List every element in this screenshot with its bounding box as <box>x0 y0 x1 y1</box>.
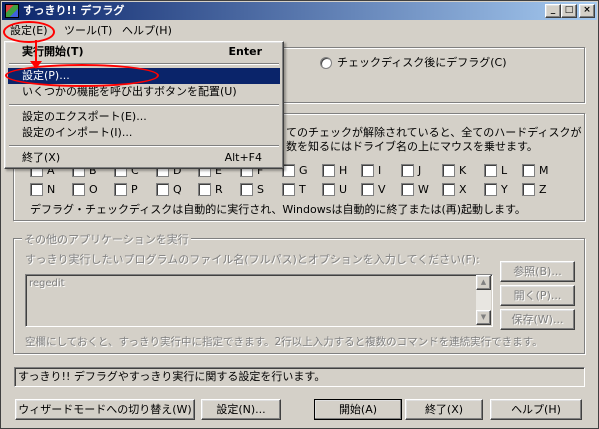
status-bar: すっきり!! デフラグやすっきり実行に関する設定を行います。 <box>14 367 585 387</box>
drive-label-k: K <box>459 164 467 177</box>
apps-command-textarea[interactable]: regedit ▲ ▼ <box>25 274 493 327</box>
drive-checkbox-t[interactable] <box>282 183 295 196</box>
drive-label-n: N <box>47 183 56 196</box>
maximize-button[interactable]: □ <box>561 4 577 18</box>
menu-exit-shortcut: Alt+F4 <box>224 151 262 164</box>
menu-separator <box>9 104 279 106</box>
menu-run-start[interactable]: 実行開始(T) Enter <box>8 44 280 60</box>
drive-label-p: P <box>131 183 138 196</box>
drive-checkbox-p[interactable] <box>114 183 127 196</box>
apps-command-value: regedit <box>29 278 65 289</box>
close-button[interactable]: × <box>579 4 595 18</box>
drive-checkbox-n[interactable] <box>30 183 43 196</box>
drive-checkbox-h[interactable] <box>322 164 335 177</box>
window-title: すっきり!! デフラグ <box>23 4 125 17</box>
exit-button[interactable]: 終了(X) <box>405 399 483 420</box>
drive-label-h: H <box>339 164 348 177</box>
app-icon <box>5 4 19 18</box>
drive-checkbox-k[interactable] <box>442 164 455 177</box>
drive-label-g: G <box>299 164 308 177</box>
menu-run-start-label: 実行開始(T) <box>22 45 84 58</box>
menu-import[interactable]: 設定のインポート(I)... <box>8 125 280 141</box>
drive-label-y: Y <box>501 183 508 196</box>
scroll-down-icon[interactable]: ▼ <box>476 310 491 325</box>
drive-label-w: W <box>418 183 429 196</box>
apps-hint: 空欄にしておくと、すっきり実行中に指定できます。2行以上入力すると複数のコマンド… <box>25 336 543 348</box>
drives-description-2: 数を知るにはドライブ名の上にマウスを乗せます。 <box>286 140 538 153</box>
menu-exit[interactable]: 終了(X) Alt+F4 <box>8 150 280 166</box>
app-window: すっきり!! デフラグ _ □ × 設定(E) ツール(T) ヘルプ(H) チェ… <box>0 0 599 429</box>
drive-checkbox-q[interactable] <box>156 183 169 196</box>
title-bar[interactable]: すっきり!! デフラグ _ □ × <box>2 2 597 20</box>
menu-tools[interactable]: ツール(T) <box>62 23 114 39</box>
browse-button[interactable]: 参照(B)... <box>500 261 575 282</box>
drive-checkbox-w[interactable] <box>401 183 414 196</box>
apps-scrollbar[interactable]: ▲ ▼ <box>476 275 491 325</box>
drive-checkbox-i[interactable] <box>361 164 374 177</box>
drive-label-i: I <box>378 164 382 177</box>
menu-separator <box>9 145 279 147</box>
drive-label-v: V <box>378 183 386 196</box>
save-button[interactable]: 保存(W)... <box>500 309 575 330</box>
menu-export[interactable]: 設定のエクスポート(E)... <box>8 109 280 125</box>
minimize-button[interactable]: _ <box>545 4 561 18</box>
drive-label-t: T <box>299 183 306 196</box>
settings-button[interactable]: 設定(N)... <box>201 399 281 420</box>
drive-checkbox-z[interactable] <box>522 183 535 196</box>
apps-prompt-label: すっきり実行したいプログラムのファイル名(フルパス)とオプションを入力してくださ… <box>25 253 480 266</box>
drive-label-o: O <box>89 183 98 196</box>
drive-checkbox-x[interactable] <box>442 183 455 196</box>
menu-exit-label: 終了(X) <box>22 151 61 164</box>
drive-checkbox-o[interactable] <box>72 183 85 196</box>
menu-highlight-circle <box>3 21 55 43</box>
drive-label-q: Q <box>173 183 182 196</box>
drive-checkbox-y[interactable] <box>484 183 497 196</box>
drive-label-u: U <box>339 183 348 196</box>
drive-label-m: M <box>539 164 549 177</box>
drive-label-l: L <box>501 164 508 177</box>
other-apps-group-title: その他のアプリケーションを実行 <box>22 231 191 247</box>
wizard-mode-button[interactable]: ウィザードモードへの切り替え(W) <box>15 399 195 420</box>
drives-auto-note: デフラグ・チェックディスクは自動的に実行され、Windowsは自動的に終了または… <box>30 203 526 216</box>
drive-checkbox-l[interactable] <box>484 164 497 177</box>
checkdisk-then-defrag-label: チェックディスク後にデフラグ(C) <box>337 56 507 69</box>
menu-help[interactable]: ヘルプ(H) <box>120 23 174 39</box>
scroll-up-icon[interactable]: ▲ <box>476 275 491 290</box>
drive-label-s: S <box>257 183 264 196</box>
drive-checkbox-j[interactable] <box>401 164 414 177</box>
menu-run-start-shortcut: Enter <box>228 45 263 58</box>
drive-checkbox-s[interactable] <box>240 183 253 196</box>
drive-label-j: J <box>418 164 422 177</box>
drive-checkbox-m[interactable] <box>522 164 535 177</box>
menu-import-label: 設定のインポート(I)... <box>22 126 133 139</box>
open-button[interactable]: 開く(P)... <box>500 285 575 306</box>
settings-highlight-ellipse <box>5 64 159 87</box>
drive-checkbox-v[interactable] <box>361 183 374 196</box>
drives-description-1: てのチェックが解除されていると、全てのハードディスクが <box>286 126 582 139</box>
menu-place-buttons[interactable]: いくつかの機能を呼び出すボタンを配置(U) <box>8 84 280 100</box>
checkdisk-then-defrag-radio[interactable] <box>320 57 332 69</box>
help-button[interactable]: ヘルプ(H) <box>490 399 582 420</box>
drive-label-z: Z <box>539 183 547 196</box>
drive-label-r: R <box>215 183 223 196</box>
menu-export-label: 設定のエクスポート(E)... <box>22 110 147 123</box>
menu-bar: 設定(E) ツール(T) ヘルプ(H) <box>2 21 597 40</box>
settings-dropdown-menu: 実行開始(T) Enter 設定(P)... いくつかの機能を呼び出すボタンを配… <box>4 41 284 169</box>
menu-place-buttons-label: いくつかの機能を呼び出すボタンを配置(U) <box>22 85 237 98</box>
drive-checkbox-u[interactable] <box>322 183 335 196</box>
start-button[interactable]: 開始(A) <box>314 399 402 420</box>
drive-label-x: X <box>459 183 467 196</box>
drive-checkbox-r[interactable] <box>198 183 211 196</box>
